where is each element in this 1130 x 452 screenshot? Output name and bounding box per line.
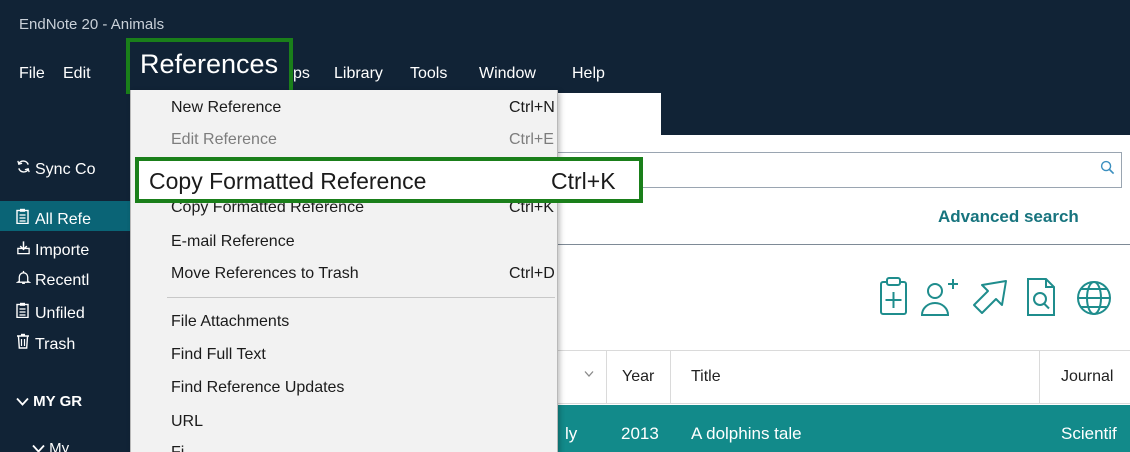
sidebar-item-all-references[interactable]: All Refe [0,201,130,231]
sidebar-item-label: Trash [35,336,76,353]
menu-item-label: New Reference [171,99,282,116]
cell-journal: Scientif [1061,424,1117,443]
menu-separator [167,297,555,298]
sidebar-item-trash[interactable]: Trash [0,326,130,356]
globe-icon[interactable] [1072,275,1116,321]
menu-item-cut-off[interactable]: Fi [171,444,551,452]
menu-item-new-reference[interactable]: New Reference Ctrl+N [171,99,555,117]
share-arrow-icon[interactable] [970,275,1010,321]
find-in-document-icon[interactable] [1022,275,1062,321]
menu-item-label: Move References to Trash [171,265,359,282]
add-user-icon[interactable] [918,275,958,321]
sidebar-subgroup-label: My [49,440,70,452]
menu-references-highlight[interactable]: References [126,38,293,94]
bell-icon [15,270,33,290]
window-title: EndNote 20 - Animals [19,16,165,33]
chevron-down-icon [32,440,49,452]
column-divider [1039,351,1040,403]
search-icon[interactable] [1100,160,1115,180]
menu-item-label: URL [171,413,204,430]
menu-file[interactable]: File [19,65,45,83]
menu-edit[interactable]: Edit [63,65,91,83]
sidebar-heading-label: MY GR [33,393,83,410]
reference-table-header: Year Title Journal [556,350,1130,404]
menu-window[interactable]: Window [479,65,536,83]
menu-item-label: Find Reference Updates [171,379,345,396]
sidebar-my-groups-heading[interactable]: MY GR [0,393,130,410]
copy-formatted-reference-highlight[interactable]: Copy Formatted Reference Ctrl+K [135,157,643,203]
sidebar-item-label: All Refe [35,211,92,228]
sync-icon [16,159,33,179]
menu-groups[interactable]: ps [293,65,310,83]
clipboard-icon [16,302,33,323]
clipboard-icon [16,208,33,229]
column-header-journal[interactable]: Journal [1061,368,1113,386]
divider [556,244,1130,245]
callout-shortcut: Ctrl+K [551,168,616,194]
menu-item-shortcut: Ctrl+D [509,265,555,282]
sidebar-item-unfiled[interactable]: Unfiled [0,295,130,325]
menu-item-find-reference-updates[interactable]: Find Reference Updates [171,379,551,397]
menu-item-move-to-trash[interactable]: Move References to Trash Ctrl+D [171,265,555,283]
menu-item-label: Fi [171,444,184,452]
trash-icon [16,333,33,354]
column-header-title[interactable]: Title [691,368,721,386]
chevron-down-icon [16,393,33,410]
menu-item-label: File Attachments [171,313,290,330]
menu-item-email-reference[interactable]: E-mail Reference [171,233,551,251]
sidebar-item-label: Importe [35,242,90,259]
menu-item-shortcut: Ctrl+N [509,99,555,116]
sidebar-item-label: Unfiled [35,305,85,322]
menu-tools[interactable]: Tools [410,65,447,83]
add-reference-icon[interactable] [874,275,914,321]
sort-chevron-icon[interactable] [584,365,594,383]
menu-item-label: Edit Reference [171,131,277,148]
sidebar-subgroup[interactable]: My [16,440,146,452]
column-divider [670,351,671,403]
sidebar-item-recently-added[interactable]: Recentl [0,263,130,293]
menu-item-url[interactable]: URL ▶ [171,413,551,431]
menu-item-edit-reference: Edit Reference Ctrl+E [171,131,554,149]
column-divider [606,351,607,403]
menu-library[interactable]: Library [334,65,383,83]
cell-author: ly [565,424,578,443]
advanced-search-link[interactable]: Advanced search [938,207,1079,227]
sidebar-sync[interactable]: Sync Co [0,152,130,182]
references-menu: New Reference Ctrl+N Edit Reference Ctrl… [130,90,558,452]
column-header-year[interactable]: Year [622,368,654,386]
menu-item-shortcut: Ctrl+E [509,131,554,148]
cell-year: 2013 [621,424,659,443]
sidebar-sync-label: Sync Co [35,161,96,178]
import-icon [16,240,33,260]
menu-item-label: E-mail Reference [171,233,295,250]
sidebar-item-imported[interactable]: Importe [0,233,130,263]
menu-item-find-full-text[interactable]: Find Full Text ▶ [171,346,551,364]
callout-label: Copy Formatted Reference [149,168,427,194]
menu-item-label: Find Full Text [171,346,266,363]
menu-help[interactable]: Help [572,65,605,83]
cell-title: A dolphins tale [691,424,802,443]
menu-item-file-attachments[interactable]: File Attachments ▶ [171,313,551,331]
library-tab[interactable] [558,93,661,135]
table-row[interactable]: ly 2013 A dolphins tale Scientif [556,405,1130,452]
sidebar-item-label: Recentl [35,272,90,289]
